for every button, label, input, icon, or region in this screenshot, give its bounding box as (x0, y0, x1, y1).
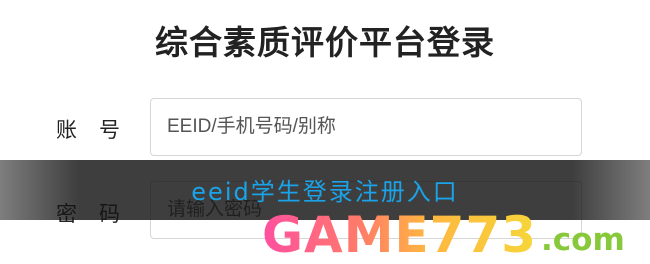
overlay-caption: eeid学生登录注册入口 (191, 178, 459, 206)
account-input[interactable] (150, 98, 582, 156)
watermark-logo-text: GAME773 (262, 206, 538, 264)
account-label: 账号 (56, 118, 142, 142)
watermark-domain-suffix: .com (541, 222, 625, 258)
site-watermark: GAME773 .com (262, 208, 625, 260)
page-title: 综合素质评价平台登录 (155, 23, 495, 62)
